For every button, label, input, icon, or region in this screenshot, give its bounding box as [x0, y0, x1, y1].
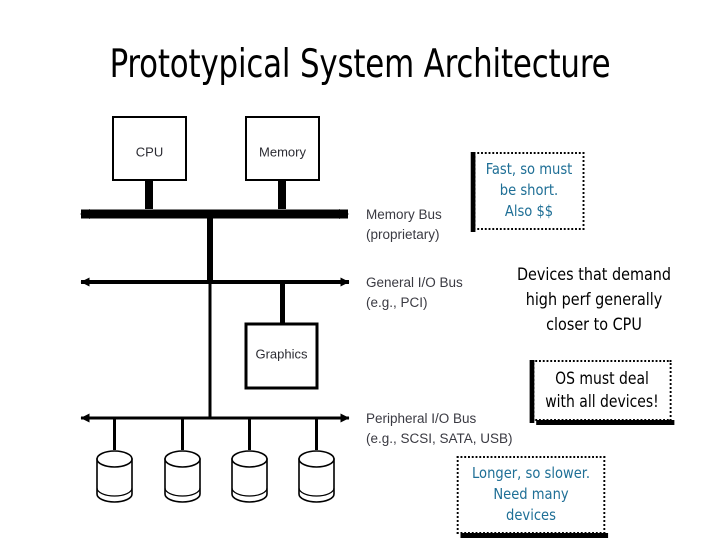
bus-memory-bus: Memory Bus (proprietary): [80, 207, 442, 242]
callout-device-placement-note: Devices that demand high perf generally …: [500, 258, 688, 344]
bus-detail-memory-bus: (proprietary): [366, 227, 440, 242]
disk-3-stem: [248, 418, 251, 450]
memory-to-io-trunk: [207, 214, 213, 282]
bus-label-general-io-bus: General I/O Bus: [366, 275, 463, 290]
disk-3: [231, 418, 268, 503]
graphics-bus-stem: [280, 284, 285, 325]
disk-1-stem: [113, 418, 116, 450]
callout-memory-bus-note-line-2: be short.: [499, 181, 559, 199]
bus-peripheral-io-bus: Peripheral I/O Bus (e.g., SCSI, SATA, US…: [80, 411, 513, 446]
disk-4: [298, 418, 335, 503]
callout-device-placement-note-line-2: high perf generally: [525, 290, 663, 310]
component-cpu: CPU: [112, 116, 187, 209]
component-label-memory: Memory: [259, 144, 306, 159]
callout-peripheral-bus-note: Longer, so slower. Need many devices: [456, 456, 609, 538]
bus-general-io-bus: General I/O Bus (e.g., PCI): [80, 275, 463, 310]
slide-canvas: Prototypical System Architecture CPU Mem…: [0, 0, 720, 540]
component-graphics: Graphics: [244, 284, 319, 390]
callout-memory-bus-note-line-3: Also $$: [504, 202, 554, 220]
callout-os-note-line-1: OS must deal: [555, 369, 649, 388]
callout-device-placement-note-line-1: Devices that demand: [516, 265, 672, 285]
disk-2: [164, 418, 201, 503]
disk-1: [96, 418, 133, 503]
callout-peripheral-bus-note-line-2: Need many: [493, 485, 569, 503]
bus-label-memory-bus: Memory Bus: [366, 207, 442, 222]
bus-label-peripheral-io-bus: Peripheral I/O Bus: [366, 411, 477, 426]
callout-os-note-line-2: with all devices!: [545, 392, 659, 411]
cpu-bus-stem: [145, 180, 153, 209]
component-label-graphics: Graphics: [255, 346, 308, 361]
callout-peripheral-bus-note-line-3: devices: [506, 506, 556, 524]
io-to-peripheral-trunk: [208, 282, 212, 418]
component-label-cpu: CPU: [136, 144, 163, 159]
callout-os-note: OS must deal with all devices!: [529, 360, 675, 425]
callout-peripheral-bus-note-line-1: Longer, so slower.: [472, 464, 590, 482]
callout-device-placement-note-line-3: closer to CPU: [546, 315, 642, 335]
bus-detail-general-io-bus: (e.g., PCI): [366, 295, 428, 310]
disk-4-stem: [315, 418, 318, 450]
callout-memory-bus-note-line-1: Fast, so must: [485, 160, 573, 178]
memory-bus-stem: [278, 180, 286, 209]
disk-2-stem: [181, 418, 184, 450]
component-memory: Memory: [245, 116, 320, 209]
callout-memory-bus-note: Fast, so must be short. Also $$: [470, 152, 585, 232]
bus-detail-peripheral-io-bus: (e.g., SCSI, SATA, USB): [366, 431, 513, 446]
